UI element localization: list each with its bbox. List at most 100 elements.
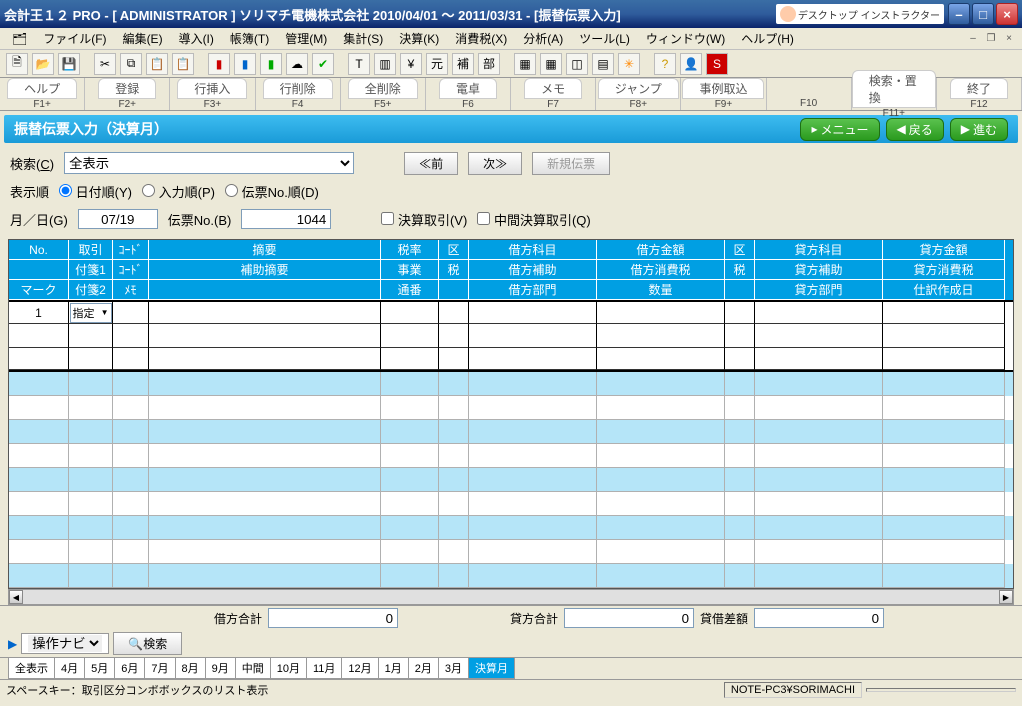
grid-cell[interactable] bbox=[69, 564, 113, 588]
grid-cell[interactable] bbox=[113, 540, 149, 564]
grid-cell[interactable] bbox=[597, 348, 725, 370]
app-icon[interactable]: 🗂 bbox=[4, 30, 35, 48]
grid-cell[interactable] bbox=[381, 564, 439, 588]
grid-cell[interactable] bbox=[69, 468, 113, 492]
grid-cell[interactable] bbox=[381, 302, 439, 324]
grid-cell[interactable] bbox=[113, 564, 149, 588]
tb-gear-icon[interactable]: ✳ bbox=[618, 53, 640, 75]
grid-cell[interactable] bbox=[597, 324, 725, 348]
mdi-close[interactable]: × bbox=[1001, 32, 1017, 46]
grid-cell[interactable] bbox=[149, 516, 381, 540]
menu-item[interactable]: ヘルプ(H) bbox=[733, 30, 802, 48]
tb-ho-icon[interactable]: 補 bbox=[452, 53, 474, 75]
grid-cell[interactable] bbox=[149, 444, 381, 468]
grid-cell[interactable] bbox=[469, 372, 597, 396]
fn-key[interactable]: 事例取込F9+ bbox=[681, 78, 766, 110]
grid-cell[interactable] bbox=[381, 492, 439, 516]
grid-cell[interactable] bbox=[725, 564, 755, 588]
grid-cell[interactable] bbox=[597, 492, 725, 516]
menu-item[interactable]: 導入(I) bbox=[171, 30, 222, 48]
grid-cell[interactable] bbox=[755, 396, 883, 420]
grid-cell[interactable] bbox=[381, 396, 439, 420]
month-tab[interactable]: 決算月 bbox=[468, 658, 515, 679]
nav-search-button[interactable]: 🔍検索 bbox=[113, 632, 182, 655]
grid-cell[interactable] bbox=[755, 444, 883, 468]
grid-cell[interactable] bbox=[597, 540, 725, 564]
grid-cell[interactable] bbox=[755, 324, 883, 348]
grid-cell[interactable] bbox=[9, 468, 69, 492]
grid-cell[interactable] bbox=[469, 564, 597, 588]
menu-item[interactable]: 編集(E) bbox=[115, 30, 171, 48]
grid-cell[interactable] bbox=[113, 348, 149, 370]
fn-key[interactable]: ヘルプF1+ bbox=[0, 78, 85, 110]
grid-cell[interactable] bbox=[149, 540, 381, 564]
grid-cell[interactable] bbox=[883, 492, 1005, 516]
grid-cell[interactable] bbox=[469, 468, 597, 492]
fn-key[interactable]: 登録F2+ bbox=[85, 78, 170, 110]
grid-cell[interactable] bbox=[883, 348, 1005, 370]
grid-cell[interactable] bbox=[113, 324, 149, 348]
grid-cell[interactable] bbox=[69, 516, 113, 540]
grid-cell[interactable] bbox=[113, 396, 149, 420]
grid-cell[interactable] bbox=[883, 420, 1005, 444]
grid-cell[interactable] bbox=[9, 564, 69, 588]
mdi-restore[interactable]: ❐ bbox=[983, 32, 999, 46]
month-tab[interactable]: 4月 bbox=[54, 658, 85, 679]
grid-cell[interactable] bbox=[69, 540, 113, 564]
grid-cell[interactable] bbox=[149, 348, 381, 370]
grid-cell[interactable] bbox=[883, 540, 1005, 564]
grid-cell[interactable] bbox=[381, 540, 439, 564]
grid-cell[interactable] bbox=[469, 396, 597, 420]
grid-cell[interactable] bbox=[883, 396, 1005, 420]
grid-cell[interactable] bbox=[439, 396, 469, 420]
grid-cell[interactable] bbox=[69, 492, 113, 516]
month-tab[interactable]: 9月 bbox=[205, 658, 236, 679]
menu-item[interactable]: ウィンドウ(W) bbox=[638, 30, 733, 48]
grid-cell[interactable] bbox=[113, 302, 149, 324]
month-tab[interactable]: 1月 bbox=[378, 658, 409, 679]
grid-cell[interactable] bbox=[755, 492, 883, 516]
grid-cell[interactable] bbox=[725, 492, 755, 516]
maximize-button[interactable]: □ bbox=[972, 3, 994, 25]
tb-check-icon[interactable]: ✔ bbox=[312, 53, 334, 75]
grid-cell[interactable] bbox=[439, 492, 469, 516]
grid-cell[interactable] bbox=[9, 420, 69, 444]
grid-cell[interactable] bbox=[9, 444, 69, 468]
grid-cell[interactable] bbox=[725, 396, 755, 420]
menu-item[interactable]: 分析(A) bbox=[515, 30, 571, 48]
grid-cell[interactable] bbox=[597, 372, 725, 396]
grid-cell[interactable] bbox=[597, 396, 725, 420]
fn-key[interactable]: 検索・置換F11+ bbox=[852, 78, 937, 110]
grid-cell[interactable] bbox=[725, 302, 755, 324]
order-input[interactable]: 入力順(P) bbox=[142, 182, 215, 201]
grid-cell[interactable] bbox=[9, 516, 69, 540]
tb-green-icon[interactable]: ▮ bbox=[260, 53, 282, 75]
fn-key[interactable]: 電卓F6 bbox=[426, 78, 511, 110]
grid-cell[interactable] bbox=[597, 468, 725, 492]
grid-cell[interactable] bbox=[469, 492, 597, 516]
minimize-button[interactable]: – bbox=[948, 3, 970, 25]
grid-cell[interactable] bbox=[69, 396, 113, 420]
grid-cell[interactable] bbox=[755, 564, 883, 588]
grid-cell[interactable] bbox=[597, 516, 725, 540]
tb-new-icon[interactable]: 🗎 bbox=[6, 53, 28, 75]
tb-help-icon[interactable]: ? bbox=[654, 53, 676, 75]
grid-cell[interactable] bbox=[755, 468, 883, 492]
grid-cell[interactable] bbox=[725, 468, 755, 492]
denpyo-input[interactable] bbox=[241, 209, 331, 229]
grid-cell[interactable] bbox=[755, 420, 883, 444]
grid-cell[interactable]: 1 bbox=[9, 302, 69, 324]
month-tab[interactable]: 5月 bbox=[84, 658, 115, 679]
grid-cell[interactable] bbox=[69, 420, 113, 444]
grid-cell[interactable] bbox=[883, 444, 1005, 468]
grid-cell[interactable] bbox=[597, 444, 725, 468]
grid-cell[interactable] bbox=[69, 372, 113, 396]
grid-cell[interactable] bbox=[381, 516, 439, 540]
grid-cell[interactable] bbox=[469, 420, 597, 444]
tb-copy-icon[interactable]: ⧉ bbox=[120, 53, 142, 75]
menu-item[interactable]: 帳簿(T) bbox=[222, 30, 277, 48]
tb-gen-icon[interactable]: 元 bbox=[426, 53, 448, 75]
grid-cell[interactable] bbox=[9, 492, 69, 516]
grid-cell[interactable] bbox=[597, 564, 725, 588]
grid-cell[interactable] bbox=[69, 444, 113, 468]
